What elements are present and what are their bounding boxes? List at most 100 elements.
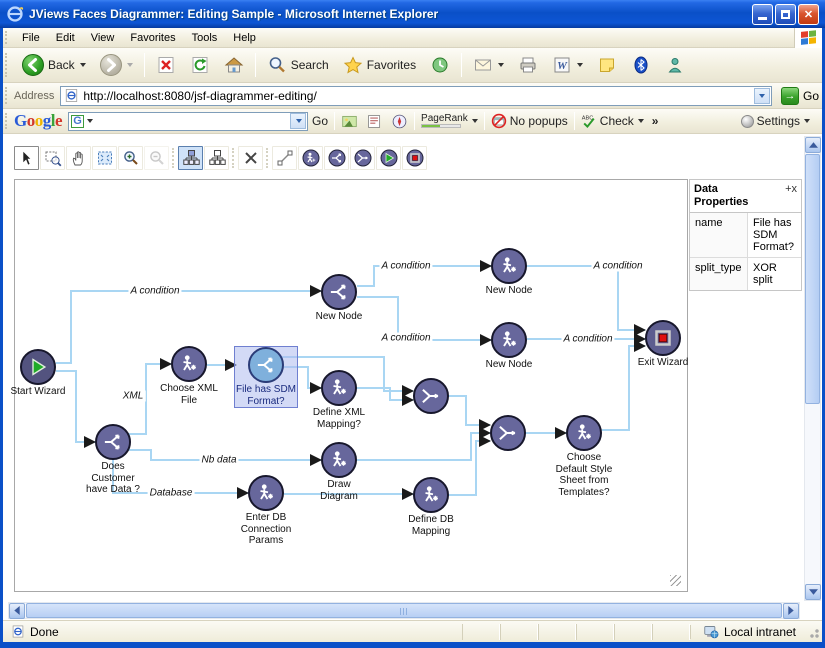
marquee-zoom-tool[interactable] [40,146,65,170]
node-start-wizard[interactable] [20,349,56,385]
horizontal-scrollbar[interactable] [8,602,800,619]
node-does-customer-have-data[interactable] [95,424,131,460]
node-draw-diagram[interactable] [321,442,357,478]
node-file-has-sdm-format[interactable] [248,347,284,383]
node-join-2[interactable] [490,415,526,451]
diagram-canvas[interactable]: A conditionA conditionA conditionXMLNb d… [14,179,688,592]
node-new-node-1[interactable] [321,274,357,310]
check-dropdown-icon[interactable] [638,119,644,123]
pan-tool[interactable] [66,146,91,170]
node-join-1[interactable] [413,378,449,414]
no-popups-button[interactable]: No popups [487,112,572,130]
google-news-button[interactable] [362,112,387,131]
create-end-node-button[interactable] [402,146,427,170]
minimize-button[interactable] [752,4,773,25]
hierarchical-layout-button[interactable] [204,146,229,170]
google-g-dropdown-icon[interactable] [87,119,93,123]
node-exit-wizard[interactable] [645,320,681,356]
zoom-in-button[interactable] [118,146,143,170]
vertical-scroll-thumb[interactable] [805,154,820,404]
properties-controls[interactable]: +x [785,183,797,209]
bluetooth-button[interactable] [625,51,657,80]
close-button[interactable]: ✕ [798,4,819,25]
google-photos-button[interactable] [337,112,362,131]
search-button[interactable]: Search [261,51,335,80]
address-url[interactable]: http://localhost:8080/jsf-diagrammer-edi… [83,89,754,103]
favorites-button[interactable]: Favorites [337,51,422,80]
select-tool[interactable] [14,146,39,170]
pagerank-widget[interactable]: PageRank [417,113,482,129]
google-search-dropdown[interactable] [290,113,306,129]
mail-button[interactable] [467,51,510,80]
word-dropdown-icon[interactable] [577,63,583,67]
refresh-button[interactable] [184,51,216,80]
delete-button[interactable] [238,146,263,170]
node-new-node-mid[interactable] [491,322,527,358]
toolbar-grip[interactable] [5,53,9,77]
vertical-scrollbar[interactable] [804,136,821,601]
create-link-button[interactable] [272,146,297,170]
menu-item-help[interactable]: Help [225,30,264,46]
local-intranet-icon [703,625,719,639]
address-dropdown-button[interactable] [754,88,770,104]
node-new-node-top[interactable] [491,248,527,284]
scroll-up-button[interactable] [805,137,821,153]
menu-item-favorites[interactable]: Favorites [122,30,183,46]
scroll-right-button[interactable] [783,603,799,619]
create-activity-node-button[interactable] [298,146,323,170]
mail-dropdown-icon[interactable] [498,63,504,67]
back-dropdown-icon[interactable] [80,63,86,67]
menu-item-edit[interactable]: Edit [48,30,83,46]
address-grip[interactable] [5,87,9,105]
stop-button[interactable] [150,51,182,80]
node-define-db-mapping[interactable] [413,477,449,513]
google-more-button[interactable]: » [648,113,663,129]
edit-with-word-button[interactable]: W [546,51,589,80]
horizontal-scroll-thumb[interactable] [26,603,782,618]
node-choose-xml-file[interactable] [171,346,207,382]
tree-layout-button[interactable] [178,146,203,170]
scroll-down-button[interactable] [805,584,821,600]
settings-dropdown-icon[interactable] [804,119,810,123]
forward-dropdown-icon[interactable] [127,63,133,67]
diagram-resize-grip[interactable] [670,575,681,586]
google-compass-button[interactable] [387,112,412,131]
ie-toolbar: Back Search Favorites W [3,48,822,83]
google-settings-button[interactable]: Settings [737,113,814,129]
home-button[interactable] [218,51,250,80]
create-split-node-button[interactable] [324,146,349,170]
create-join-node-button[interactable] [350,146,375,170]
node-choose-default-style-sheet[interactable] [566,415,602,451]
pagerank-dropdown-icon[interactable] [472,119,478,123]
menu-item-tools[interactable]: Tools [184,30,226,46]
property-value[interactable]: XOR split [748,258,801,290]
google-grip[interactable] [5,113,9,130]
go-button[interactable]: → Go [778,86,822,106]
join-node-icon [416,381,446,411]
menu-item-file[interactable]: File [14,30,48,46]
maximize-button[interactable] [775,4,796,25]
zoom-out-button[interactable] [144,146,169,170]
google-go-button[interactable]: Go [308,113,332,129]
back-button[interactable]: Back [16,51,92,80]
address-input[interactable]: http://localhost:8080/jsf-diagrammer-edi… [60,86,772,106]
page-content: A conditionA conditionA conditionXMLNb d… [3,134,822,620]
google-search-input[interactable]: G [68,112,308,131]
window-resize-grip[interactable] [806,625,820,639]
forward-button[interactable] [94,51,139,80]
link-icon [275,148,295,168]
node-enter-db-connection-params[interactable] [248,475,284,511]
print-button[interactable] [512,51,544,80]
fit-to-contents-button[interactable] [92,146,117,170]
messenger-button[interactable] [659,51,691,80]
menu-grip[interactable] [5,31,9,44]
scroll-left-button[interactable] [9,603,25,619]
spellcheck-button[interactable]: ABC Check [577,112,648,130]
create-start-node-button[interactable] [376,146,401,170]
property-value[interactable]: File has SDM Format? [748,213,801,257]
history-button[interactable] [424,51,456,80]
google-g-icon[interactable]: G [71,115,84,128]
menu-item-view[interactable]: View [83,30,123,46]
node-define-xml-mapping[interactable] [321,370,357,406]
notes-button[interactable] [591,51,623,80]
